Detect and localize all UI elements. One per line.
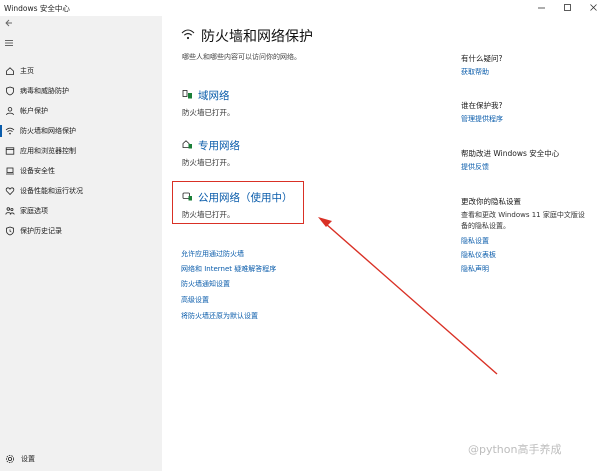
watermark: @python高手养成 [468,443,562,456]
annotation-arrow [318,217,498,375]
